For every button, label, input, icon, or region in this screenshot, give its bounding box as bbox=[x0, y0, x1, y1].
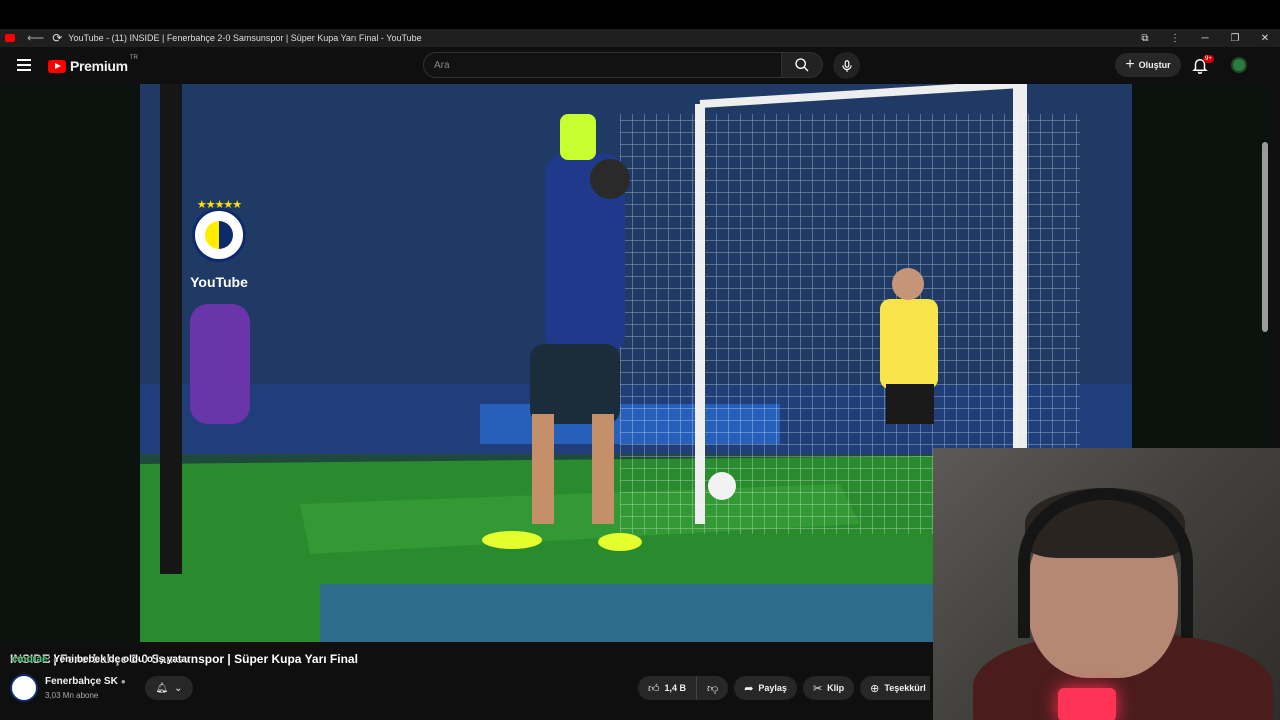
share-label: Paylaş bbox=[758, 683, 787, 693]
minimize-icon[interactable]: ─ bbox=[1190, 33, 1220, 44]
share-button[interactable]: ➦ Paylaş bbox=[734, 676, 797, 700]
clip-label: Klip bbox=[827, 683, 845, 693]
more-vert-icon[interactable]: ⋮ bbox=[1160, 33, 1190, 44]
video-actions: 👍︎ 1,4 B 👎︎ ➦ Paylaş ✂ Klip ⊕ Teşekkürl bbox=[638, 676, 930, 700]
chat-message: : Yeni bebek de oldu o iş yatar bbox=[47, 654, 191, 665]
page-scrollbar[interactable] bbox=[1262, 142, 1268, 332]
search-input[interactable] bbox=[424, 53, 781, 77]
hamburger-menu-icon[interactable] bbox=[17, 59, 31, 71]
scissors-icon: ✂ bbox=[812, 682, 823, 695]
thanks-icon: ⊕ bbox=[870, 682, 880, 695]
channel-name-row[interactable]: Fenerbahçe SK ● bbox=[45, 676, 126, 687]
youtube-header: Premium TR + Oluştur 9+ bbox=[0, 47, 1280, 84]
thumbs-down-icon: 👎︎ bbox=[707, 682, 719, 695]
search-button[interactable] bbox=[781, 52, 823, 78]
search-icon bbox=[795, 58, 809, 72]
os-titlebar bbox=[0, 0, 1280, 29]
window-controls: ⧉ ⋮ ─ ❐ ✕ bbox=[1130, 29, 1280, 47]
club-crest-icon bbox=[192, 208, 246, 262]
create-label: Oluştur bbox=[1138, 60, 1171, 70]
clip-button[interactable]: ✂ Klip bbox=[802, 676, 855, 700]
close-icon[interactable]: ✕ bbox=[1250, 33, 1280, 44]
subscriber-count: 3,03 Mn abone bbox=[45, 691, 99, 700]
browser-tabbar: ⟵ ⟳ YouTube - (11) INSIDE | Fenerbahçe 2… bbox=[0, 29, 1280, 47]
search-box bbox=[423, 52, 782, 78]
fenerbahce-logo-watermark: ★★★★★ YouTube bbox=[188, 198, 250, 294]
account-avatar[interactable] bbox=[1231, 57, 1247, 73]
youtube-logo[interactable]: Premium TR bbox=[48, 55, 138, 74]
subscription-bell-button[interactable]: 🔔︎ ⌄ bbox=[145, 676, 193, 700]
thanks-button[interactable]: ⊕ Teşekkürl bbox=[860, 676, 930, 700]
verified-icon: ● bbox=[120, 677, 126, 686]
glowing-cup bbox=[1058, 688, 1116, 720]
like-dislike-group: 👍︎ 1,4 B 👎︎ bbox=[638, 676, 729, 700]
logo-region: TR bbox=[129, 55, 138, 61]
create-button[interactable]: + Oluştur bbox=[1115, 53, 1181, 77]
chat-username: cmorae bbox=[12, 654, 48, 665]
channel-name[interactable]: Fenerbahçe SK bbox=[45, 676, 118, 687]
microphone-icon bbox=[841, 59, 852, 72]
window-title: YouTube - (11) INSIDE | Fenerbahçe 2-0 S… bbox=[68, 33, 422, 43]
bell-outline-icon: 🔔︎ bbox=[155, 682, 169, 694]
watermark-text: YouTube bbox=[190, 274, 248, 290]
thanks-label: Teşekkürl bbox=[884, 683, 926, 693]
like-count: 1,4 B bbox=[664, 683, 687, 693]
streamer-webcam-overlay bbox=[933, 448, 1280, 720]
like-button[interactable]: 👍︎ 1,4 B bbox=[638, 676, 698, 700]
voice-search-button[interactable] bbox=[833, 52, 860, 79]
share-icon: ➦ bbox=[744, 682, 754, 695]
notifications-button[interactable]: 9+ bbox=[1191, 55, 1214, 76]
dislike-button[interactable]: 👎︎ bbox=[697, 676, 729, 700]
channel-avatar[interactable] bbox=[10, 674, 38, 702]
logo-text: Premium bbox=[70, 58, 128, 74]
extensions-icon[interactable]: ⧉ bbox=[1130, 33, 1160, 44]
youtube-play-icon bbox=[48, 59, 66, 73]
video-meta: INSIDE | Fenerbahçe 2-0 Samsunspor | Süp… bbox=[0, 642, 933, 720]
headset-icon bbox=[1018, 488, 1193, 638]
restore-icon[interactable]: ❐ bbox=[1220, 33, 1250, 44]
youtube-favicon-icon bbox=[5, 34, 15, 42]
stream-chat-overlay: cmorae: Yeni bebek de oldu o iş yatar bbox=[12, 654, 191, 665]
back-arrow-icon[interactable]: ⟵ bbox=[27, 31, 44, 45]
thumbs-up-icon: 👍︎ bbox=[648, 682, 660, 695]
chevron-down-icon: ⌄ bbox=[174, 682, 183, 694]
plus-icon: + bbox=[1125, 56, 1135, 73]
reload-icon[interactable]: ⟳ bbox=[52, 31, 62, 45]
notification-badge: 9+ bbox=[1203, 55, 1214, 63]
